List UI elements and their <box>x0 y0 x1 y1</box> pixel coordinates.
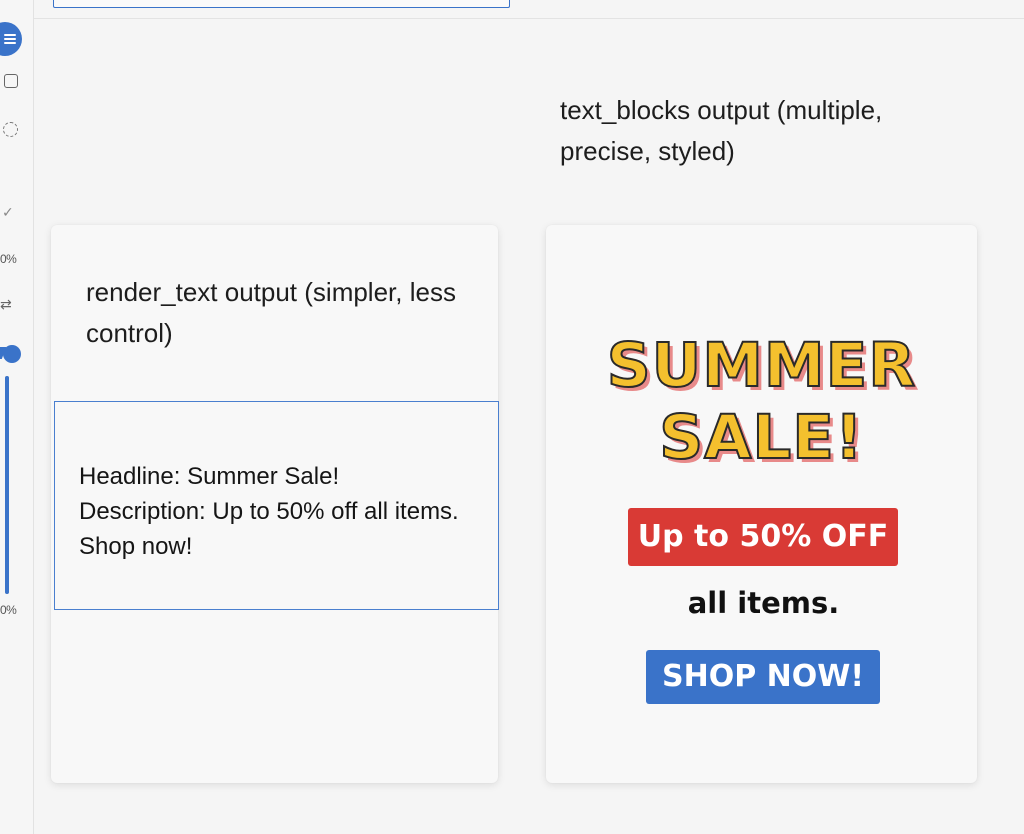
discount-badge: Up to 50% OFF <box>628 508 898 566</box>
text-blocks-caption: text_blocks output (multiple, precise, s… <box>560 95 883 166</box>
slider-track[interactable] <box>5 376 9 594</box>
lower-percent-label: 0% <box>0 603 17 617</box>
lasso-icon[interactable] <box>3 122 18 137</box>
left-toolbar: ✓ 0% ⇄ 0% <box>0 0 34 834</box>
rectangle-icon[interactable] <box>4 74 18 88</box>
top-divider <box>34 18 1024 19</box>
sale-title-line2: SALE! <box>658 401 864 474</box>
all-items-text: all items. <box>687 586 840 620</box>
slider-knob[interactable] <box>3 345 21 363</box>
plain-headline: Headline: Summer Sale! <box>79 463 340 490</box>
sale-title: SUMMER SALE! <box>546 329 977 474</box>
swap-icon[interactable]: ⇄ <box>0 296 18 312</box>
plain-text-output: Headline: Summer Sale! Description: Up t… <box>79 459 539 564</box>
plain-description: Description: Up to 50% off all items. <box>79 498 459 525</box>
top-text-field[interactable] <box>53 0 510 8</box>
menu-icon[interactable] <box>0 22 22 56</box>
shop-now-button[interactable]: SHOP NOW! <box>646 650 880 704</box>
slider-fill <box>5 376 9 594</box>
check-icon[interactable]: ✓ <box>2 204 18 220</box>
plain-cta: Shop now! <box>79 533 193 560</box>
sale-title-line1: SUMMER <box>606 329 917 402</box>
upper-percent-label: 0% <box>0 252 17 266</box>
render-text-caption: render_text output (simpler, less contro… <box>86 277 456 348</box>
